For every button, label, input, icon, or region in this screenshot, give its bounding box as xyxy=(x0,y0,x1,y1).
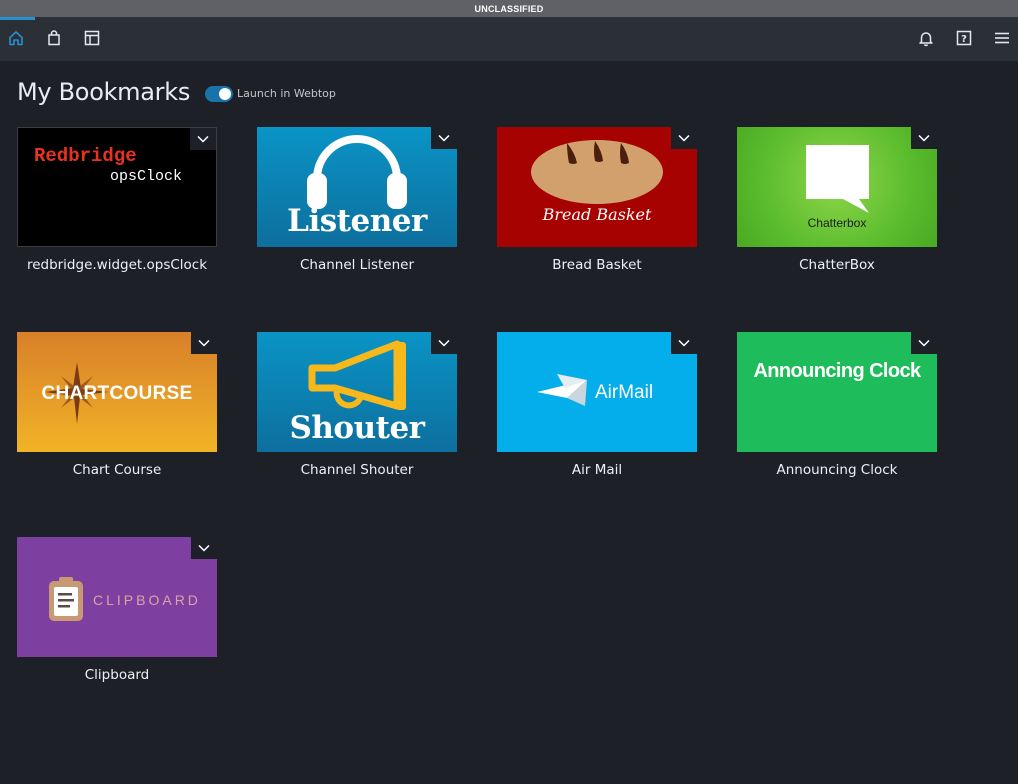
chart-course-thumb-text: CHARTCOURSE xyxy=(41,383,193,404)
tile-menu-button[interactable] xyxy=(431,332,457,354)
home-icon[interactable] xyxy=(2,24,30,52)
clipboard-thumbnail: CLIPBOARD xyxy=(17,537,217,657)
air-mail-thumb-text: AirMail xyxy=(595,382,654,403)
listener-thumbnail: Listener xyxy=(257,127,457,247)
bookmark-label[interactable]: Air Mail xyxy=(497,462,697,478)
bookmark-tile-clipboard[interactable]: CLIPBOARD Clipboard xyxy=(17,537,217,683)
chevron-down-icon xyxy=(918,134,930,142)
listener-thumb-text: Listener xyxy=(287,203,427,239)
shouter-thumbnail: Shouter xyxy=(257,332,457,452)
tile-menu-button[interactable] xyxy=(911,332,937,354)
toggle-knob xyxy=(219,88,231,100)
bookmark-tile-chatterbox[interactable]: Chatterbox ChatterBox xyxy=(737,127,937,273)
tile-menu-button[interactable] xyxy=(671,127,697,149)
bookmark-label[interactable]: Channel Listener xyxy=(257,257,457,273)
classification-text: UNCLASSIFIED xyxy=(474,3,544,14)
bread-basket-thumb-text: Bread Basket xyxy=(542,205,652,224)
chevron-down-icon xyxy=(678,339,690,347)
chevron-down-icon xyxy=(918,339,930,347)
bookmark-tile-opsclock[interactable]: Redbridge opsClock redbridge.widget.opsC… xyxy=(17,127,217,273)
launch-in-webtop-toggle[interactable] xyxy=(205,86,233,102)
bookmark-tile-bread-basket[interactable]: Bread Basket Bread Basket xyxy=(497,127,697,273)
chatterbox-thumb-text: Chatterbox xyxy=(807,216,867,230)
layout-icon[interactable] xyxy=(78,24,106,52)
launch-in-webtop-label: Launch in Webtop xyxy=(237,87,336,100)
tile-menu-button[interactable] xyxy=(191,537,217,559)
page-title: My Bookmarks xyxy=(17,78,191,106)
tile-menu-button[interactable] xyxy=(431,127,457,149)
announcing-clock-thumb-text: Announcing Clock xyxy=(753,360,921,382)
bookmark-tile-channel-shouter[interactable]: Shouter Channel Shouter xyxy=(257,332,457,478)
bread-basket-thumbnail: Bread Basket xyxy=(497,127,697,247)
menu-icon[interactable] xyxy=(988,24,1016,52)
bookmark-label[interactable]: Announcing Clock xyxy=(737,462,937,478)
bookmark-tile-air-mail[interactable]: AirMail Air Mail xyxy=(497,332,697,478)
chevron-down-icon xyxy=(198,544,210,552)
bookmark-tile-announcing-clock[interactable]: Announcing Clock Announcing Clock xyxy=(737,332,937,478)
tile-menu-button[interactable] xyxy=(191,332,217,354)
shouter-thumb-text: Shouter xyxy=(289,410,425,446)
opsclock-title-text: Redbridge xyxy=(34,145,137,167)
chevron-down-icon xyxy=(197,135,209,143)
chevron-down-icon xyxy=(438,134,450,142)
tile-menu-button[interactable] xyxy=(671,332,697,354)
tile-menu-button[interactable] xyxy=(911,127,937,149)
top-navbar xyxy=(0,17,1018,61)
shopping-bag-icon[interactable] xyxy=(40,24,68,52)
classification-banner: UNCLASSIFIED xyxy=(0,0,1018,17)
chart-course-thumbnail: CHARTCOURSE xyxy=(17,332,217,452)
chevron-down-icon xyxy=(198,339,210,347)
clipboard-thumb-text: CLIPBOARD xyxy=(93,592,201,608)
opsclock-subtitle-text: opsClock xyxy=(110,168,183,185)
bookmark-label[interactable]: Clipboard xyxy=(17,667,217,683)
chatterbox-thumbnail: Chatterbox xyxy=(737,127,937,247)
bookmark-tile-chart-course[interactable]: CHARTCOURSE Chart Course xyxy=(17,332,217,478)
bookmark-label[interactable]: Bread Basket xyxy=(497,257,697,273)
bookmark-label[interactable]: ChatterBox xyxy=(737,257,937,273)
bread-loaf-icon xyxy=(531,140,663,204)
chevron-down-icon xyxy=(438,339,450,347)
svg-text:?: ? xyxy=(961,34,967,45)
bookmark-label[interactable]: Chart Course xyxy=(17,462,217,478)
bookmark-label[interactable]: Channel Shouter xyxy=(257,462,457,478)
bookmark-label[interactable]: redbridge.widget.opsClock xyxy=(17,257,217,273)
active-nav-indicator xyxy=(0,17,35,20)
chevron-down-icon xyxy=(678,134,690,142)
help-icon[interactable]: ? xyxy=(950,24,978,52)
opsclock-thumbnail: Redbridge opsClock xyxy=(17,127,217,247)
tile-menu-button[interactable] xyxy=(190,128,216,150)
bell-icon[interactable] xyxy=(912,24,940,52)
announcing-clock-thumbnail: Announcing Clock xyxy=(737,332,937,452)
air-mail-thumbnail: AirMail xyxy=(497,332,697,452)
bookmark-tile-channel-listener[interactable]: Listener Channel Listener xyxy=(257,127,457,273)
